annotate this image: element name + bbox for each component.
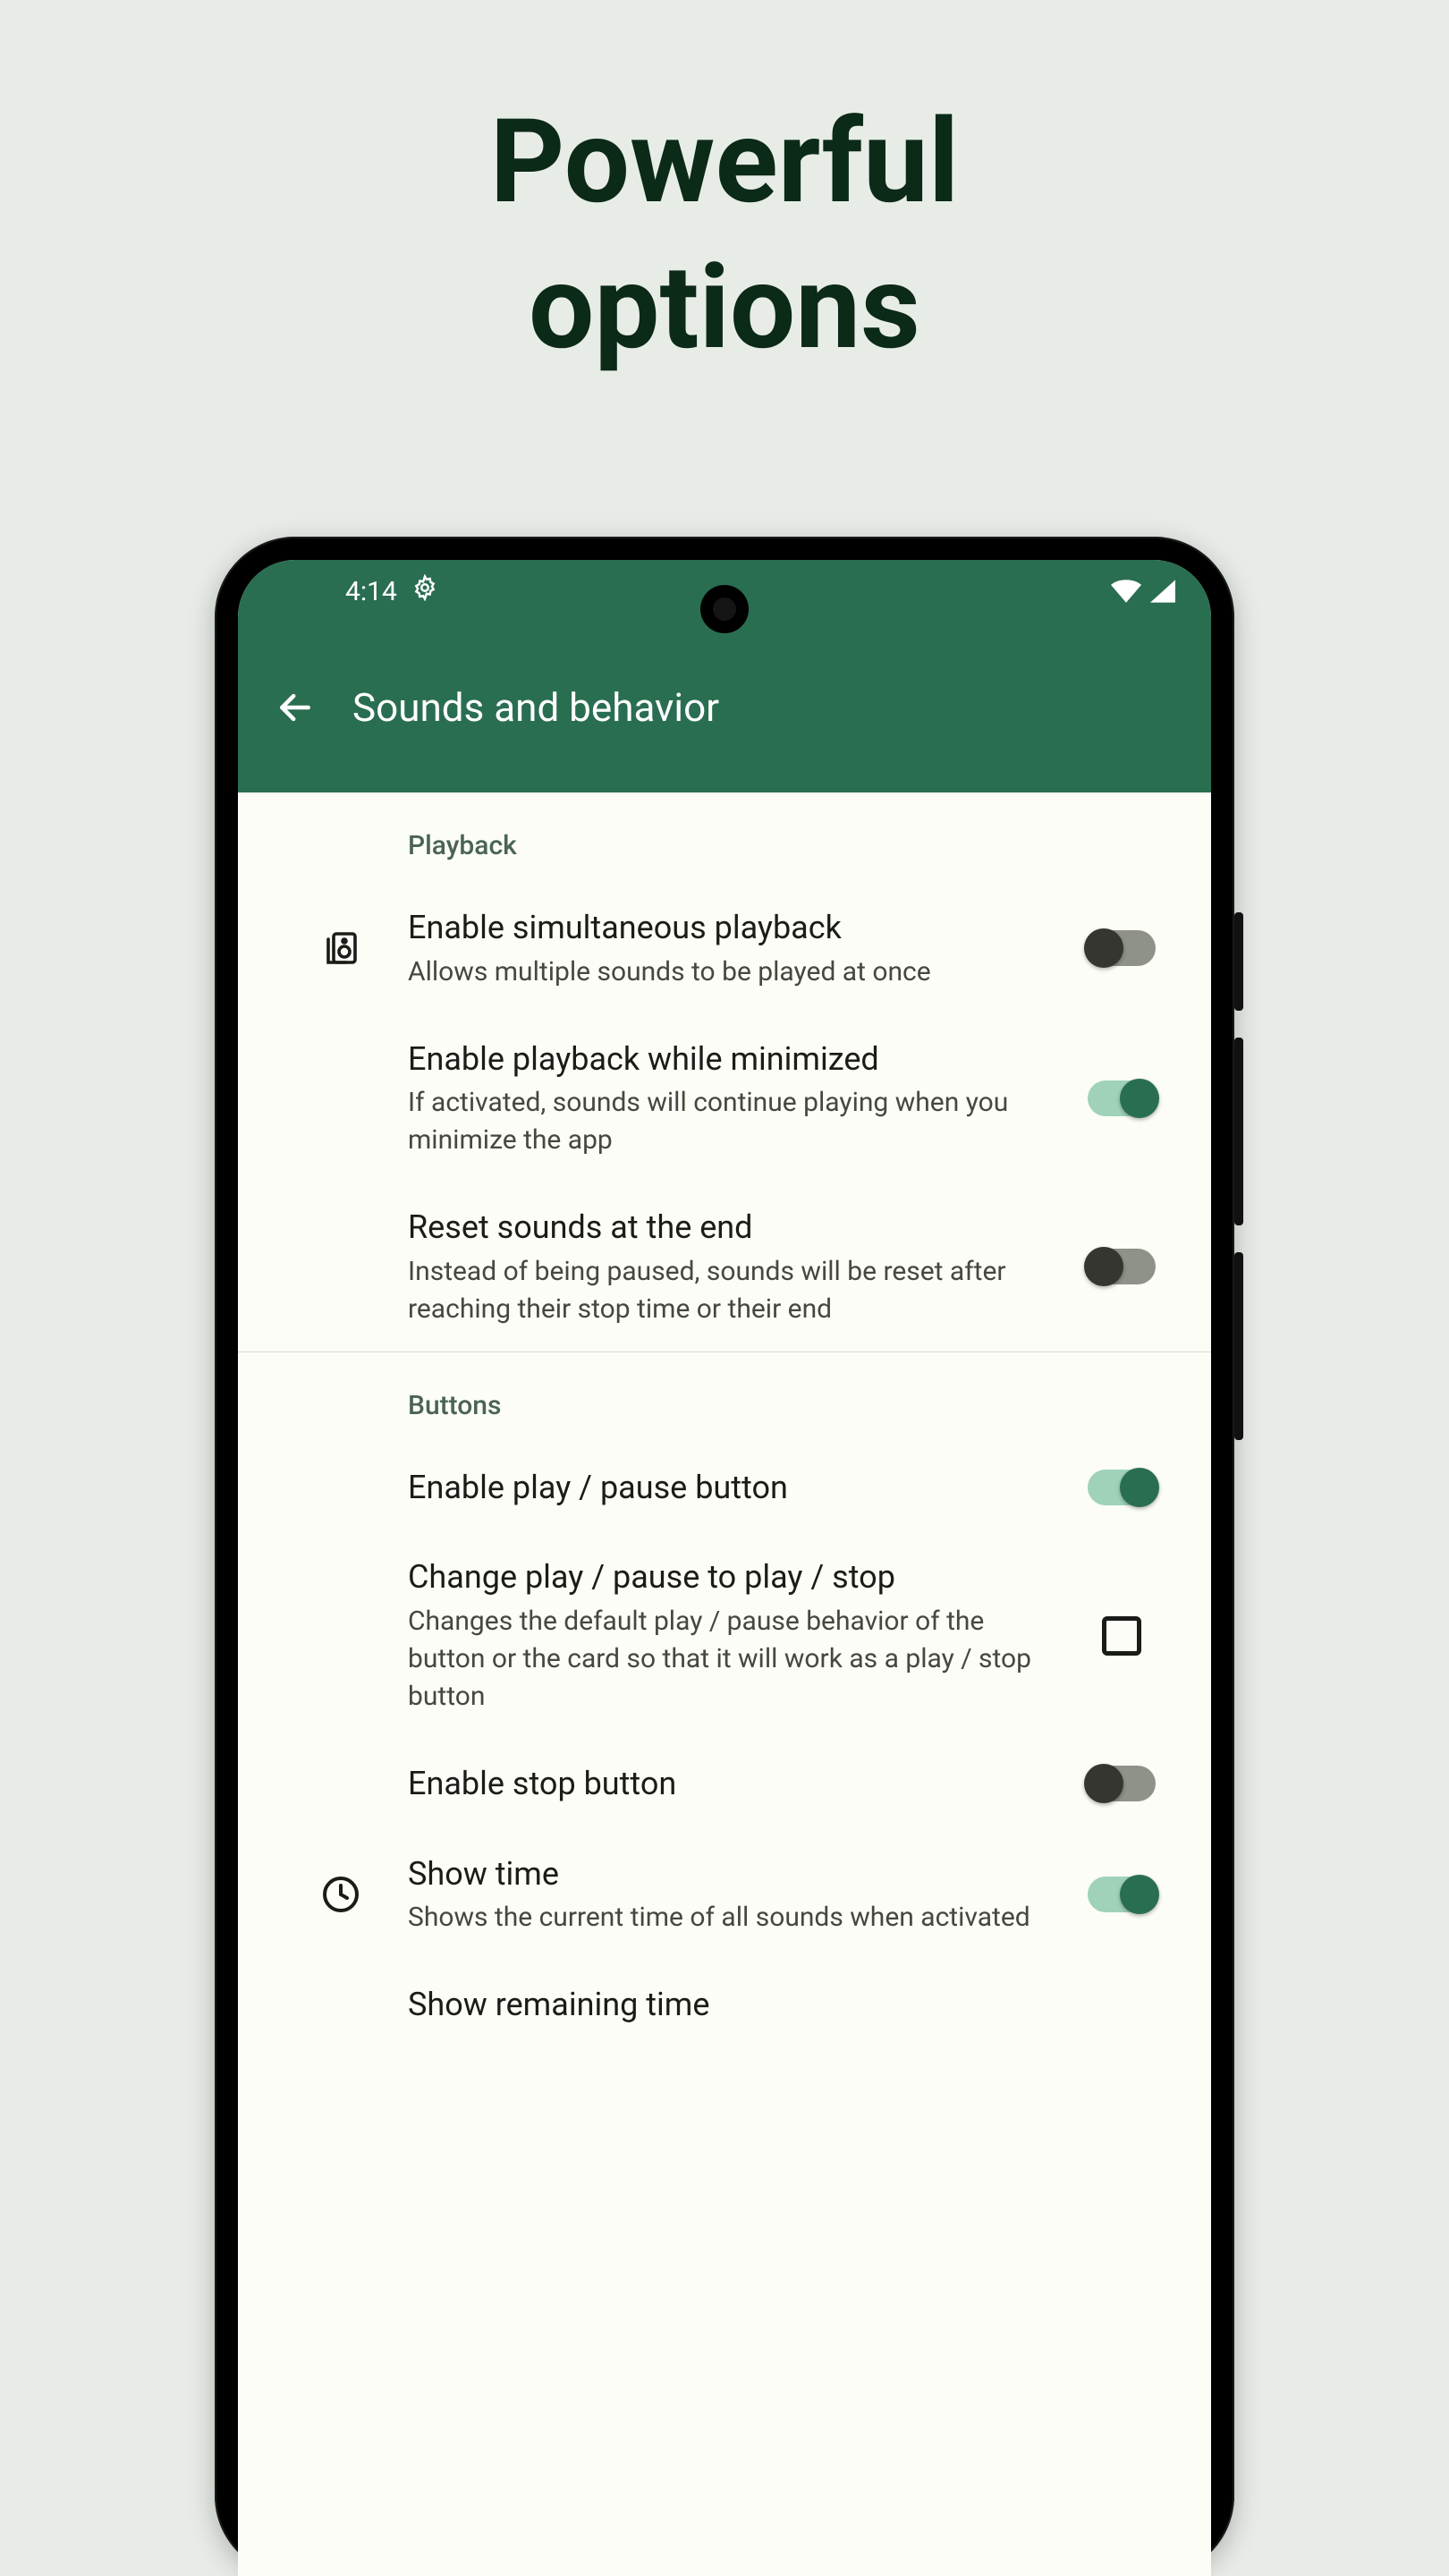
setting-subtitle: If activated, sounds will continue playi… — [408, 1084, 1050, 1159]
setting-title: Enable play / pause button — [408, 1466, 1050, 1510]
speaker-group-icon — [319, 927, 362, 973]
setting-subtitle: Allows multiple sounds to be played at o… — [408, 953, 1050, 991]
setting-show-time[interactable]: Show time Shows the current time of all … — [238, 1829, 1211, 1961]
status-time: 4:14 — [345, 576, 397, 607]
phone-side-button — [1234, 1252, 1243, 1440]
switch-play-pause[interactable] — [1088, 1470, 1156, 1505]
wifi-icon — [1111, 580, 1141, 603]
setting-title: Change play / pause to play / stop — [408, 1555, 1050, 1599]
checkbox-play-stop[interactable] — [1102, 1616, 1141, 1656]
gear-icon — [411, 574, 438, 608]
setting-title: Show time — [408, 1852, 1050, 1896]
signal-icon — [1150, 580, 1175, 603]
setting-subtitle: Changes the default play / pause behavio… — [408, 1603, 1050, 1716]
setting-play-pause-button[interactable]: Enable play / pause button — [238, 1443, 1211, 1533]
setting-simultaneous-playback[interactable]: Enable simultaneous playback Allows mult… — [238, 883, 1211, 1014]
setting-stop-button[interactable]: Enable stop button — [238, 1739, 1211, 1829]
switch-show-time[interactable] — [1088, 1877, 1156, 1912]
page-title: Sounds and behavior — [352, 684, 719, 731]
phone-side-button — [1234, 1038, 1243, 1225]
promo-line-1: Powerful — [0, 89, 1449, 235]
camera-notch — [700, 585, 749, 633]
switch-reset-end[interactable] — [1088, 1249, 1156, 1284]
switch-minimized[interactable] — [1088, 1080, 1156, 1116]
promo-line-2: options — [0, 235, 1449, 381]
section-header-buttons: Buttons — [238, 1352, 1211, 1443]
switch-simultaneous[interactable] — [1088, 930, 1156, 966]
setting-title: Enable simultaneous playback — [408, 906, 1050, 950]
back-button[interactable] — [274, 686, 317, 729]
setting-subtitle: Instead of being paused, sounds will be … — [408, 1253, 1050, 1328]
switch-stop-button[interactable] — [1088, 1766, 1156, 1801]
setting-title: Enable playback while minimized — [408, 1038, 1050, 1081]
setting-subtitle: Shows the current time of all sounds whe… — [408, 1899, 1050, 1936]
app-bar: Sounds and behavior — [238, 623, 1211, 792]
settings-list[interactable]: Playback Ena — [238, 792, 1211, 2050]
section-header-playback: Playback — [238, 792, 1211, 883]
setting-change-play-stop[interactable]: Change play / pause to play / stop Chang… — [238, 1532, 1211, 1739]
setting-title: Reset sounds at the end — [408, 1206, 1050, 1250]
arrow-left-icon — [275, 688, 315, 727]
clock-icon — [319, 1873, 362, 1919]
phone-side-button — [1234, 912, 1243, 1011]
setting-playback-minimized[interactable]: Enable playback while minimized If activ… — [238, 1014, 1211, 1183]
setting-title: Enable stop button — [408, 1762, 1050, 1806]
phone-mockup: 4:14 — [215, 537, 1234, 2576]
setting-show-remaining-time[interactable]: Show remaining time — [238, 1960, 1211, 2050]
setting-title: Show remaining time — [408, 1983, 1050, 2027]
setting-reset-at-end[interactable]: Reset sounds at the end Instead of being… — [238, 1182, 1211, 1352]
promo-headline: Powerful options — [0, 0, 1449, 380]
